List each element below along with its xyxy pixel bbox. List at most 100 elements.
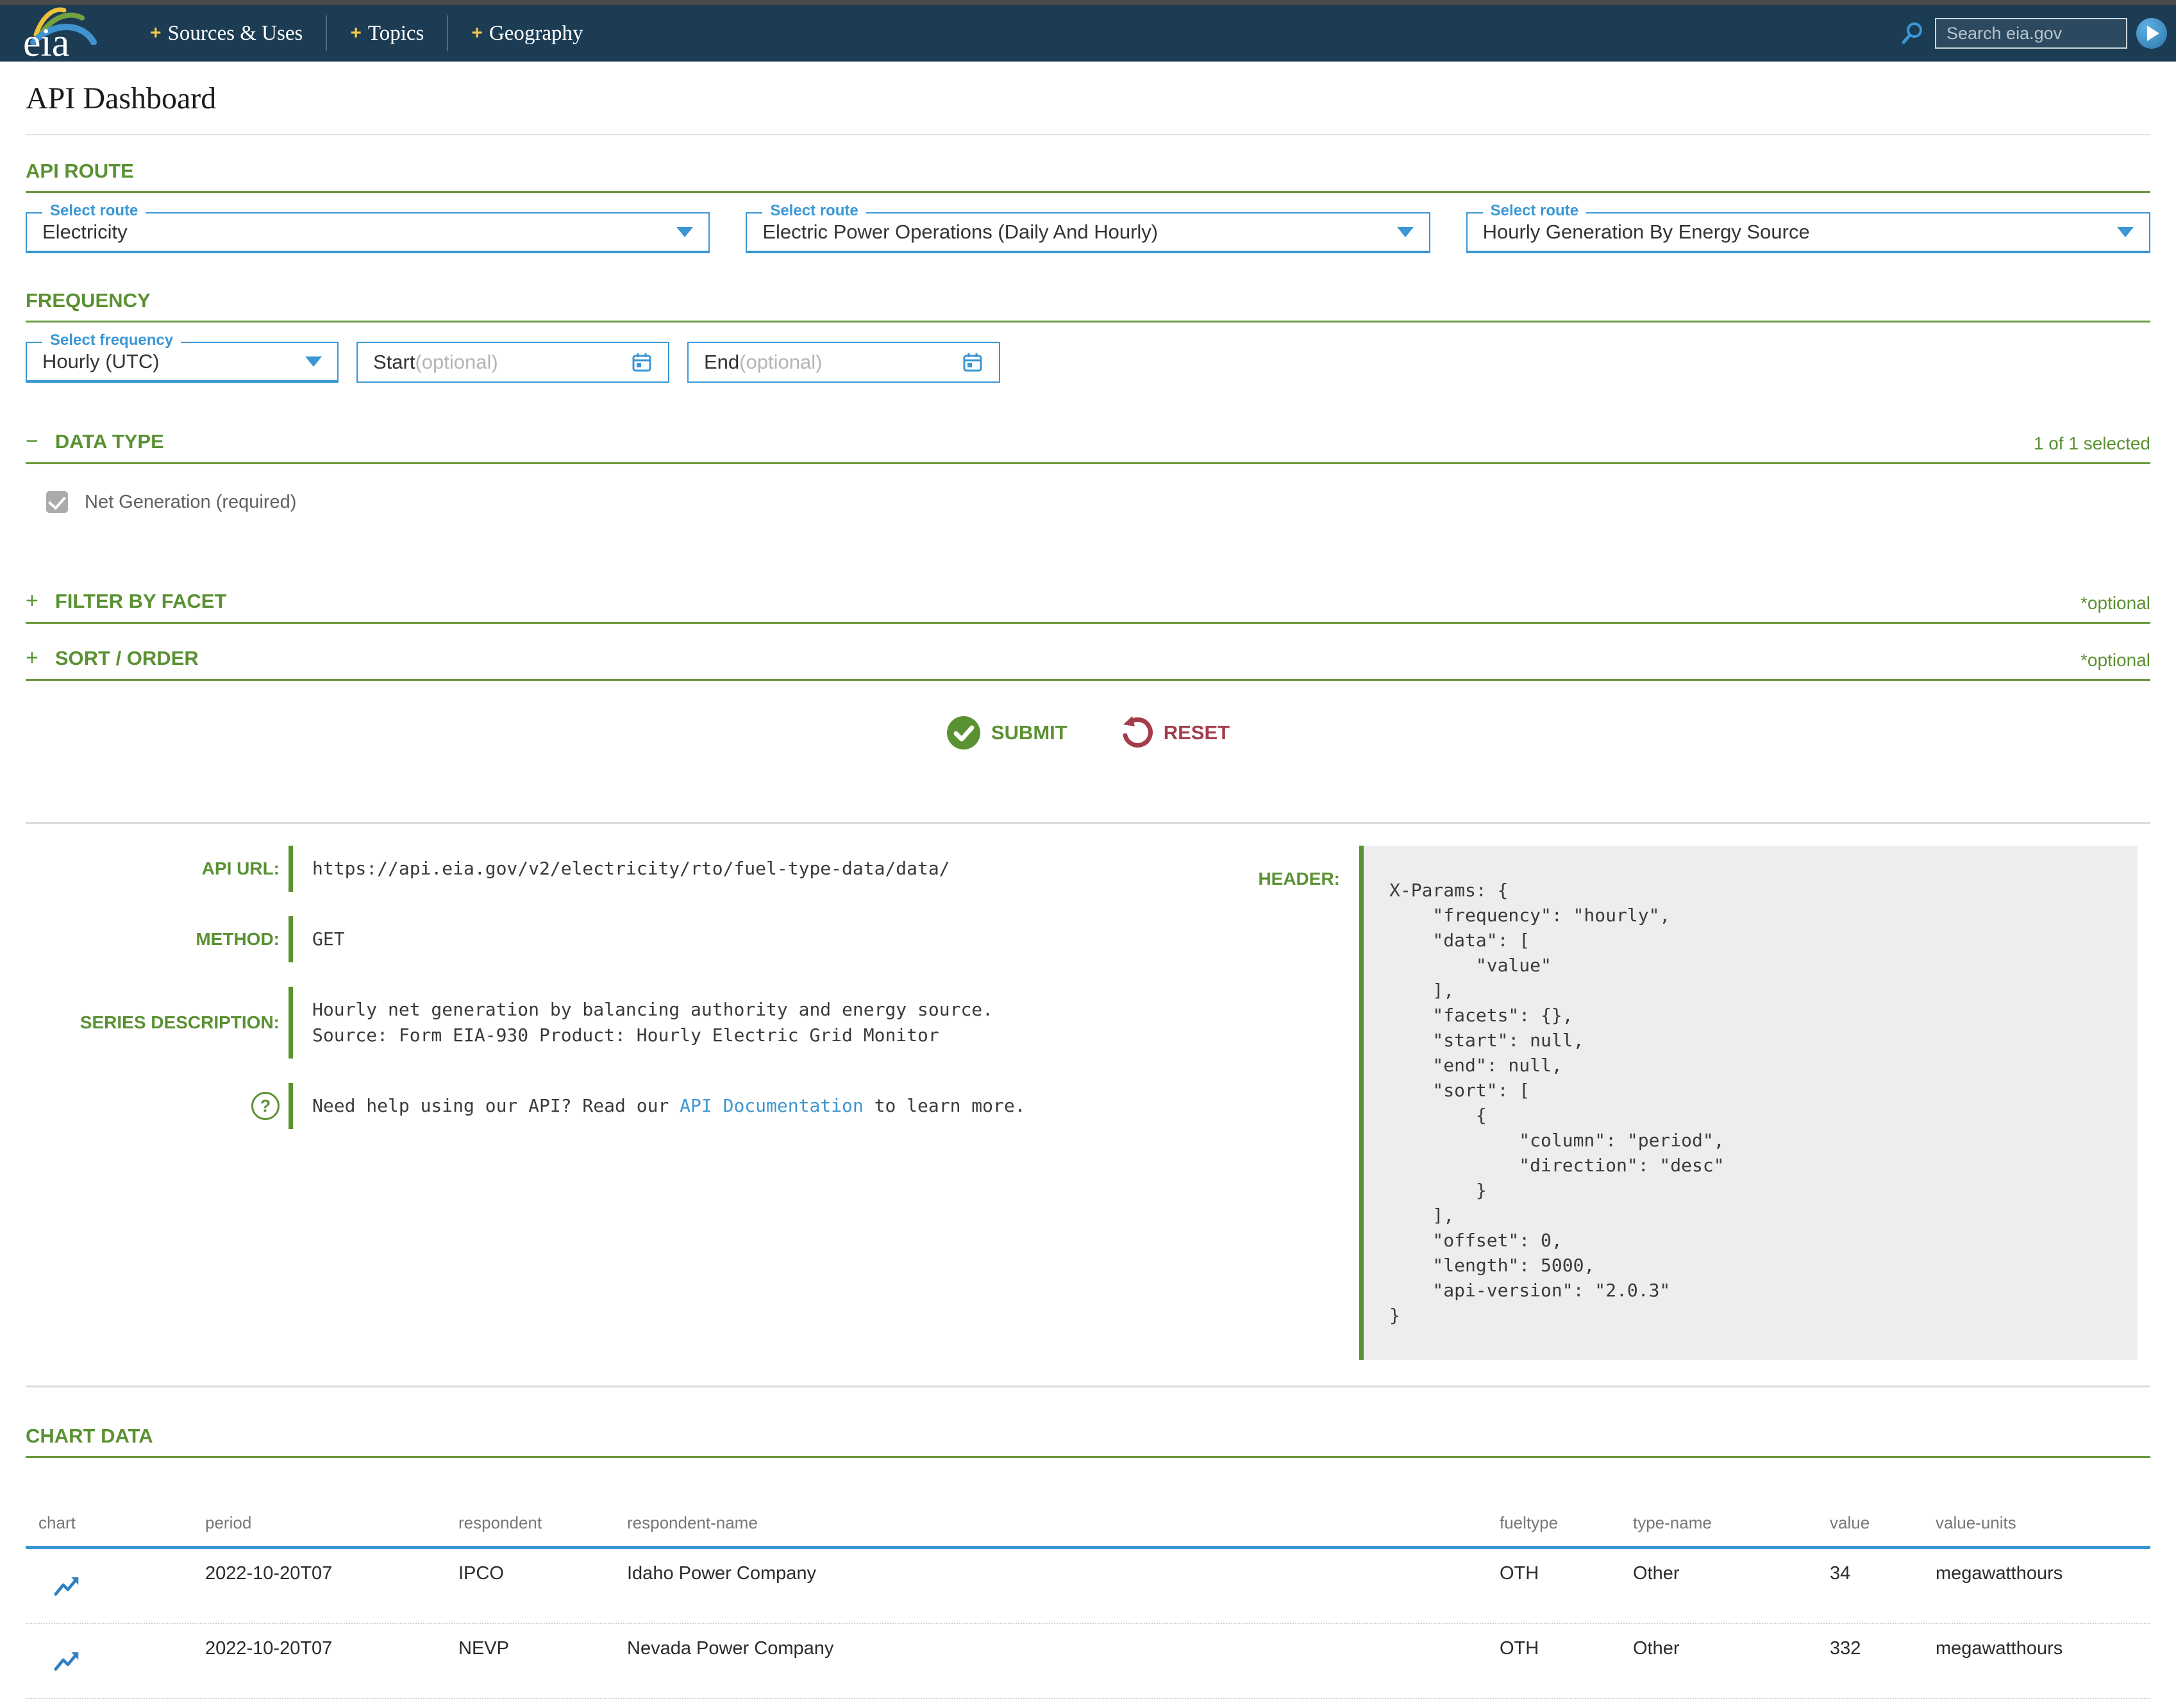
nav-item-sources-uses[interactable]: + Sources & Uses — [150, 22, 303, 46]
nav-item-topics[interactable]: + Topics — [350, 22, 424, 46]
plus-icon: + — [350, 22, 362, 44]
route-select-3[interactable]: Select route Hourly Generation By Energy… — [1466, 212, 2150, 253]
api-route-heading: API ROUTE — [26, 160, 2150, 183]
nav-item-geography[interactable]: + Geography — [471, 22, 583, 46]
sort-order-heading: + SORT / ORDER *optional — [26, 646, 2150, 671]
nav-item-label: Geography — [489, 22, 583, 46]
net-generation-checkbox[interactable] — [46, 491, 68, 513]
play-icon — [2147, 26, 2159, 41]
section-rule — [26, 462, 2150, 464]
col-period: period — [205, 1513, 458, 1533]
api-url-value: https://api.eia.gov/v2/electricity/rto/f… — [312, 846, 950, 892]
reset-undo-icon — [1121, 716, 1153, 749]
reset-label: RESET — [1164, 721, 1230, 744]
method-value: GET — [312, 916, 345, 962]
api-documentation-link[interactable]: API Documentation — [680, 1095, 864, 1116]
calendar-icon[interactable] — [631, 351, 653, 373]
top-navbar: eia + Sources & Uses + Topics + Geograph… — [0, 5, 2176, 62]
nav-item-label: Sources & Uses — [168, 22, 303, 46]
route-select-2-value: Electric Power Operations (Daily And Hou… — [762, 221, 1158, 244]
search-area — [1899, 18, 2158, 49]
col-respondent-name: respondent-name — [627, 1513, 1500, 1533]
page-title: API Dashboard — [26, 62, 2150, 135]
chevron-down-icon — [2117, 227, 2134, 237]
cell-value-units: megawatthours — [1936, 1563, 2150, 1584]
section-rule — [26, 679, 2150, 681]
chevron-down-icon — [1397, 227, 1414, 237]
sort-order-optional: *optional — [2080, 650, 2150, 671]
route-select-2[interactable]: Select route Electric Power Operations (… — [746, 212, 1430, 253]
reset-button[interactable]: RESET — [1121, 716, 1230, 749]
route-select-2-label: Select route — [762, 203, 866, 219]
cell-type-name: Other — [1633, 1638, 1830, 1659]
chart-data-heading: CHART DATA — [26, 1425, 2150, 1448]
cell-fueltype: OTH — [1500, 1563, 1633, 1584]
cell-respondent: IPCO — [458, 1563, 627, 1584]
plus-icon: + — [471, 22, 483, 44]
plus-icon: + — [150, 22, 162, 44]
chevron-down-icon — [676, 227, 693, 237]
collapse-icon[interactable]: − — [26, 429, 38, 454]
section-rule — [26, 191, 2150, 193]
method-label: METHOD: — [26, 929, 289, 950]
eia-logo-text: eia — [23, 23, 69, 63]
table-body: 2022-10-20T07 IPCO Idaho Power Company O… — [26, 1549, 2150, 1708]
table-row: 2022-10-20T07 IPCO Idaho Power Company O… — [26, 1549, 2150, 1624]
search-input[interactable] — [1935, 18, 2127, 49]
help-label-cell: ? — [26, 1092, 289, 1120]
col-value: value — [1830, 1513, 1936, 1533]
col-type-name: type-name — [1633, 1513, 1830, 1533]
method-row: METHOD: GET — [26, 916, 1173, 962]
expand-icon[interactable]: + — [26, 589, 38, 614]
green-bar — [289, 916, 293, 962]
submit-button[interactable]: SUBMIT — [946, 716, 1067, 750]
search-icon — [1899, 20, 1926, 47]
line-chart-icon[interactable] — [53, 1647, 82, 1678]
end-date-field[interactable]: End (optional) — [687, 342, 1000, 383]
start-date-field[interactable]: Start (optional) — [356, 342, 669, 383]
divider — [26, 822, 2150, 824]
cell-fueltype: OTH — [1500, 1638, 1633, 1659]
start-date-label: Start — [373, 351, 415, 374]
header-code-panel: X-Params: { "frequency": "hourly", "data… — [1359, 846, 2138, 1360]
table-row: 2022-10-20T07 NEVP Nevada Power Company … — [26, 1624, 2150, 1699]
cell-type-name: Other — [1633, 1563, 1830, 1584]
end-date-placeholder: (optional) — [739, 351, 822, 374]
search-go-button[interactable] — [2136, 18, 2167, 49]
cell-period: 2022-10-20T07 — [205, 1638, 458, 1659]
line-chart-icon[interactable] — [53, 1572, 82, 1603]
help-text-after: to learn more. — [864, 1095, 1026, 1116]
route-select-1[interactable]: Select route Electricity — [26, 212, 710, 253]
col-respondent: respondent — [458, 1513, 627, 1533]
header-label: HEADER: — [1173, 846, 1359, 889]
series-description-value: Hourly net generation by balancing autho… — [312, 987, 993, 1059]
expand-icon[interactable]: + — [26, 646, 38, 671]
cell-value: 332 — [1830, 1638, 1936, 1659]
cell-value-units: megawatthours — [1936, 1638, 2150, 1659]
cell-respondent-name: Nevada Power Company — [627, 1638, 1500, 1659]
eia-logo[interactable]: eia — [19, 5, 104, 62]
frequency-select[interactable]: Select frequency Hourly (UTC) — [26, 342, 339, 383]
frequency-heading: FREQUENCY — [26, 289, 2150, 312]
submit-label: SUBMIT — [991, 721, 1067, 744]
cell-respondent: NEVP — [458, 1638, 627, 1659]
frequency-select-label: Select frequency — [42, 332, 181, 349]
window-chrome-strip — [0, 0, 2176, 5]
cell-period: 2022-10-20T07 — [205, 1563, 458, 1584]
data-type-heading: − DATA TYPE 1 of 1 selected — [26, 429, 2150, 454]
api-url-row: API URL: https://api.eia.gov/v2/electric… — [26, 846, 1173, 892]
help-row: ? Need help using our API? Read our API … — [26, 1083, 1173, 1129]
table-header-row: chart period respondent respondent-name … — [26, 1458, 2150, 1546]
green-bar — [289, 846, 293, 892]
start-date-placeholder: (optional) — [415, 351, 498, 374]
help-text-before: Need help using our API? Read our — [312, 1095, 680, 1116]
nav-item-label: Topics — [368, 22, 424, 46]
series-description-label: SERIES DESCRIPTION: — [26, 1012, 289, 1033]
series-description-row: SERIES DESCRIPTION: Hourly net generatio… — [26, 987, 1173, 1059]
divider — [26, 1386, 2150, 1387]
nav-menu: + Sources & Uses + Topics + Geography — [150, 15, 583, 51]
section-rule — [26, 622, 2150, 624]
calendar-icon[interactable] — [962, 351, 983, 373]
chevron-down-icon — [305, 356, 322, 367]
api-url-label: API URL: — [26, 858, 289, 879]
